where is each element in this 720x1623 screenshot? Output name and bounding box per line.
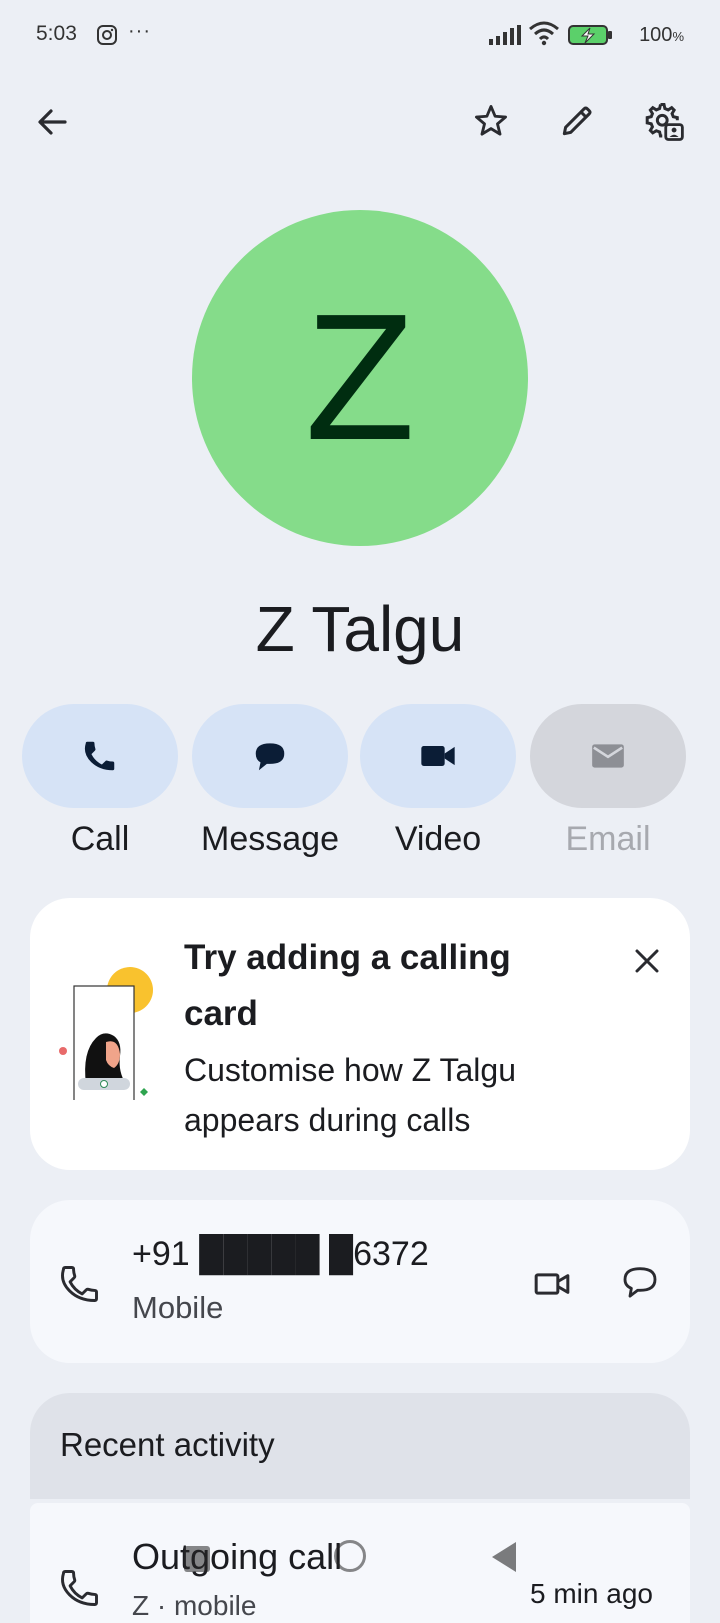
nav-recents-button[interactable] bbox=[184, 1546, 210, 1572]
phone-icon bbox=[84, 741, 115, 771]
email-button bbox=[530, 704, 686, 808]
message-outline-icon bbox=[623, 1267, 657, 1298]
video-call-button[interactable] bbox=[360, 704, 516, 808]
contact-settings-button[interactable] bbox=[638, 96, 690, 148]
status-time: 5:03 bbox=[36, 22, 77, 45]
recent-activity-time: 5 min ago bbox=[530, 1578, 653, 1609]
message-button[interactable] bbox=[192, 704, 348, 808]
back-button[interactable] bbox=[28, 98, 76, 146]
status-overflow: ··· bbox=[128, 20, 151, 42]
recent-activity-type: Outgoing call bbox=[132, 1536, 343, 1577]
battery-level: 100% bbox=[639, 24, 684, 46]
phone-outline-icon bbox=[58, 1262, 102, 1306]
contact-settings-icon bbox=[645, 103, 684, 141]
message-icon bbox=[255, 743, 285, 771]
nav-home-button[interactable] bbox=[334, 1540, 366, 1572]
signal-icon bbox=[488, 24, 522, 46]
favorite-button[interactable] bbox=[466, 96, 516, 146]
phone-outline-icon bbox=[58, 1566, 102, 1610]
wifi-icon bbox=[528, 20, 560, 46]
phone-video-call-button[interactable] bbox=[526, 1258, 578, 1310]
edit-button[interactable] bbox=[552, 96, 602, 146]
star-outline-icon bbox=[475, 105, 507, 136]
close-icon bbox=[635, 949, 659, 973]
battery-charging-icon bbox=[568, 24, 614, 46]
instagram-icon bbox=[96, 24, 118, 46]
promo-subtitle: Customise how Z Talgu appears during cal… bbox=[184, 1052, 516, 1138]
pencil-icon bbox=[562, 106, 592, 136]
call-label: Call bbox=[70, 820, 130, 858]
email-icon bbox=[592, 744, 624, 768]
calling-card-illustration bbox=[54, 960, 158, 1102]
promo-title: Try adding a calling card bbox=[184, 938, 511, 1033]
contact-avatar[interactable]: Z bbox=[192, 210, 528, 546]
avatar-initial: Z bbox=[305, 277, 415, 478]
phone-type: Mobile bbox=[132, 1290, 224, 1325]
video-label: Video bbox=[394, 820, 482, 858]
phone-number: +91 █████ █6372 bbox=[132, 1235, 429, 1273]
nav-back-button[interactable] bbox=[492, 1542, 516, 1572]
recent-activity-title: Recent activity bbox=[60, 1426, 275, 1463]
call-button[interactable] bbox=[22, 704, 178, 808]
arrow-left-icon bbox=[38, 109, 67, 135]
video-outline-icon bbox=[534, 1273, 570, 1295]
promo-close-button[interactable] bbox=[622, 936, 672, 986]
recent-activity-sub: Z · mobile bbox=[132, 1590, 257, 1621]
video-icon bbox=[421, 746, 455, 766]
contact-name: Z Talgu bbox=[255, 593, 465, 665]
email-label: Email bbox=[565, 820, 651, 858]
phone-number-card[interactable] bbox=[30, 1200, 690, 1363]
message-label: Message bbox=[201, 820, 339, 858]
phone-message-button[interactable] bbox=[614, 1256, 666, 1308]
